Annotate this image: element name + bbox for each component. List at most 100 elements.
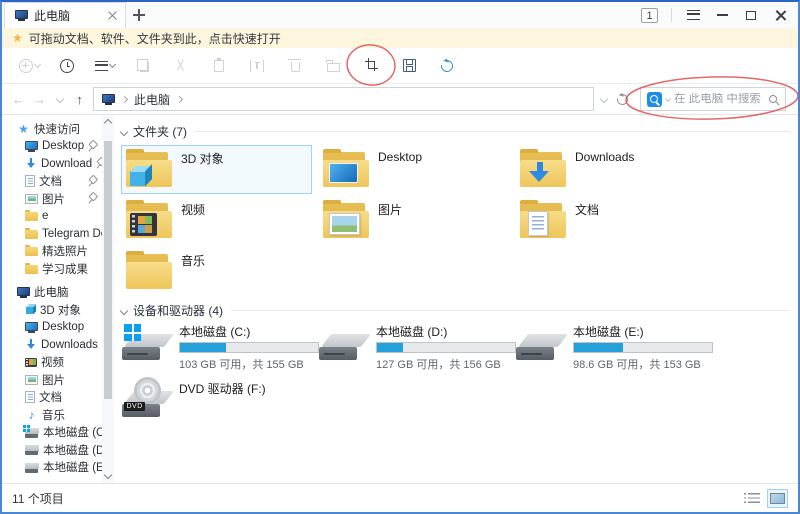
sidebar-item-pictures[interactable]: 图片 [2,371,102,389]
capacity-bar [573,342,713,353]
chevron-down-icon[interactable] [120,127,128,135]
address-refresh-button[interactable] [613,94,632,105]
clock-icon [60,59,74,73]
refresh-button[interactable] [436,54,458,78]
folder-item-3d-objects[interactable]: 3D 对象 [121,145,312,194]
disk-icon [515,324,565,364]
drive-item-dvd[interactable]: DVD DVD 驱动器 (F:) [121,381,315,438]
address-input[interactable]: 此电脑 [93,87,594,111]
scroll-up-icon[interactable] [104,119,112,127]
close-button[interactable] [772,7,788,23]
tab-this-pc[interactable]: 此电脑 [4,2,126,28]
plus-icon [133,9,145,21]
sidebar-item-disk-d[interactable]: 本地磁盘 (D:) [2,441,102,459]
new-tab-button[interactable] [126,2,152,28]
sidebar-item-selected-photos[interactable]: 精选照片 [2,243,102,261]
address-dropdown[interactable] [594,96,613,102]
sidebar-item-documents-pinned[interactable]: 文档 [2,173,102,191]
sidebar-scrollbar[interactable] [102,115,114,483]
thumbnails-view-button[interactable] [767,489,788,508]
folder-3d-objects-icon [126,149,172,187]
maximize-button[interactable] [743,7,759,23]
folder-item-desktop[interactable]: Desktop [318,145,509,194]
menu-button[interactable] [685,7,701,23]
refresh-icon [439,57,456,74]
scrollbar-thumb[interactable] [104,141,112,399]
sidebar-item-disk-e[interactable]: 本地磁盘 (E:) [2,459,102,477]
document-icon [25,391,35,403]
search-app-icon [647,92,662,107]
picture-icon [25,375,38,385]
content-pane: 文件夹 (7) 3D 对象 Desktop Downloads [114,115,798,483]
caret-icon [109,61,116,68]
copy-icon [140,62,149,72]
section-drives[interactable]: 设备和驱动器 (4) [121,302,790,319]
main-area: 快速访问 Desktop Download 文档 图片 e Telegram D… [2,115,798,483]
folder-item-music[interactable]: 音乐 [121,247,312,296]
cut-button [170,54,192,78]
sidebar-item-disk-c[interactable]: 本地磁盘 (C:) [2,424,102,442]
drive-item-d[interactable]: 本地磁盘 (D:) 127 GB 可用，共 156 GB [318,324,512,381]
details-view-button[interactable] [741,489,762,508]
pin-icon [96,158,102,169]
tab-close-icon[interactable] [108,11,117,20]
pin-icon [88,176,97,187]
forward-button[interactable]: → [29,92,50,107]
disk-icon [318,324,368,364]
minimize-button[interactable] [714,7,730,23]
sidebar-item-desktop-pinned[interactable]: Desktop [2,138,102,156]
sidebar-item-videos[interactable]: 视频 [2,354,102,372]
sidebar-item-documents[interactable]: 文档 [2,389,102,407]
section-folders[interactable]: 文件夹 (7) [121,123,790,140]
view-options-button[interactable] [94,54,116,78]
disk-windows-icon [25,428,39,438]
drive-item-c[interactable]: 本地磁盘 (C:) 103 GB 可用，共 155 GB [121,324,315,381]
folders-grid: 3D 对象 Desktop Downloads 视频 图片 [121,145,790,296]
sidebar-item-3d-objects[interactable]: 3D 对象 [2,301,102,319]
sidebar-item-desktop[interactable]: Desktop [2,319,102,337]
tab-title: 此电脑 [34,7,102,24]
folder-item-documents[interactable]: 文档 [515,196,706,245]
hamburger-icon [687,10,700,20]
search-icon[interactable] [769,95,777,103]
history-dropdown[interactable] [50,96,69,102]
crop-button[interactable] [360,54,382,78]
up-button[interactable]: ↑ [69,92,90,107]
tab-count-badge[interactable]: 1 [641,8,658,23]
folder-item-downloads[interactable]: Downloads [515,145,706,194]
sidebar-item-study-results[interactable]: 学习成果 [2,260,102,278]
dvd-drive-icon: DVD [121,381,171,421]
search-input[interactable] [674,93,765,105]
scroll-down-icon[interactable] [104,471,112,479]
sidebar-item-downloads[interactable]: Downloads [2,336,102,354]
sidebar-item-e[interactable]: e [2,208,102,226]
notice-bar[interactable]: 可拖动文档、软件、文件夹到此，点击快速打开 [2,28,798,48]
sidebar-item-music[interactable]: 音乐 [2,406,102,424]
view-toggles [741,489,788,508]
download-icon [25,339,37,351]
minimize-icon [717,14,728,16]
capacity-bar [179,342,319,353]
back-button[interactable]: ← [8,92,29,107]
drive-item-e[interactable]: 本地磁盘 (E:) 98.6 GB 可用，共 153 GB [515,324,709,381]
new-folder-icon [327,63,340,72]
sidebar-item-download-pinned[interactable]: Download [2,155,102,173]
save-button[interactable] [398,54,420,78]
chevron-down-icon[interactable] [120,306,128,314]
sidebar-item-quick-access[interactable]: 快速访问 [2,120,102,138]
sidebar-item-telegram[interactable]: Telegram De [2,225,102,243]
sidebar-item-this-pc[interactable]: 此电脑 [2,284,102,302]
address-bar: ← → ↑ 此电脑 [2,84,798,115]
star-icon [17,122,30,135]
divider [195,131,790,132]
folder-item-pictures[interactable]: 图片 [318,196,509,245]
rename-button [246,54,268,78]
maximize-icon [746,11,756,20]
sidebar-item-pictures-pinned[interactable]: 图片 [2,190,102,208]
search-box[interactable] [640,87,786,111]
history-button[interactable] [56,54,78,78]
chevron-right-icon [121,95,128,102]
breadcrumb[interactable]: 此电脑 [134,91,170,108]
folder-item-videos[interactable]: 视频 [121,196,312,245]
cube-icon [26,307,33,314]
